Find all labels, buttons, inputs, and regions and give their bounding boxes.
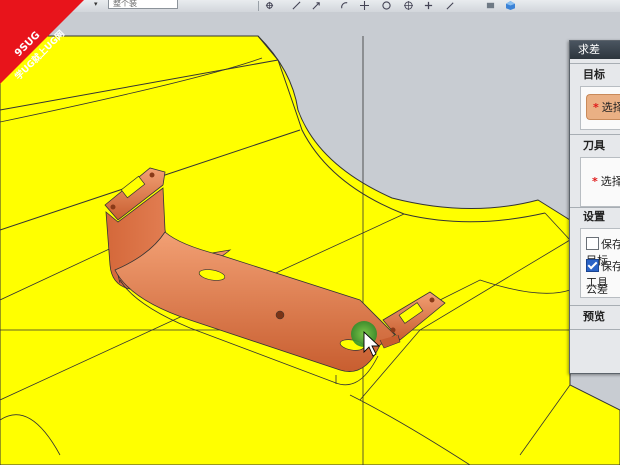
arrow-icon[interactable] bbox=[312, 1, 321, 10]
circle-icon[interactable] bbox=[382, 1, 391, 10]
cube-icon[interactable] bbox=[506, 1, 515, 10]
tool-select-row[interactable]: * 选择 bbox=[586, 169, 620, 195]
dialog-title[interactable]: 求差 bbox=[570, 41, 620, 59]
dropdown-arrow-icon[interactable]: ▾ bbox=[94, 0, 98, 8]
keep-target-row[interactable]: 保存目标 bbox=[586, 237, 620, 267]
selection-scope-combo[interactable]: 整个装 bbox=[108, 0, 178, 9]
plus-icon[interactable] bbox=[424, 1, 433, 10]
section-target[interactable]: 目标 bbox=[570, 65, 620, 85]
section-settings[interactable]: 设置 bbox=[570, 207, 620, 227]
keep-tool-checkbox[interactable] bbox=[586, 259, 599, 272]
tool-select-label: 选择 bbox=[600, 175, 620, 188]
section-tool[interactable]: 刀具 bbox=[570, 136, 620, 156]
required-star-icon: * bbox=[592, 175, 598, 188]
dialog-footer bbox=[570, 333, 620, 373]
section-preview[interactable]: 预览 bbox=[570, 307, 620, 327]
cross-icon[interactable] bbox=[360, 1, 369, 10]
arc-icon[interactable] bbox=[340, 1, 349, 10]
target-select-row[interactable]: * 选择 bbox=[586, 94, 620, 120]
divider bbox=[570, 329, 620, 330]
keep-tool-row[interactable]: 保存工具 bbox=[586, 259, 620, 289]
line-icon[interactable] bbox=[292, 1, 301, 10]
tolerance-label: 公差 bbox=[586, 283, 608, 296]
watermark-badge: 9SUG 学UG就上UG网 bbox=[0, 0, 84, 84]
divider bbox=[570, 134, 620, 135]
snap-icon[interactable] bbox=[265, 1, 274, 10]
required-star-icon: * bbox=[593, 101, 599, 114]
model-scene bbox=[0, 12, 620, 465]
toolbar-separator bbox=[258, 1, 259, 11]
divider bbox=[570, 305, 620, 306]
divider bbox=[570, 63, 620, 64]
subtract-dialog: 求差 目标 *选择 刀具 *选择 设置 保存目标 保存工具 公差 预览 bbox=[569, 40, 620, 374]
graphics-viewport[interactable] bbox=[0, 12, 620, 465]
target-icon[interactable] bbox=[404, 1, 413, 10]
view-icon[interactable] bbox=[486, 1, 495, 10]
target-select-label: 选择 bbox=[601, 101, 620, 114]
keep-target-checkbox[interactable] bbox=[586, 237, 599, 250]
arrow2-icon[interactable] bbox=[446, 1, 455, 10]
